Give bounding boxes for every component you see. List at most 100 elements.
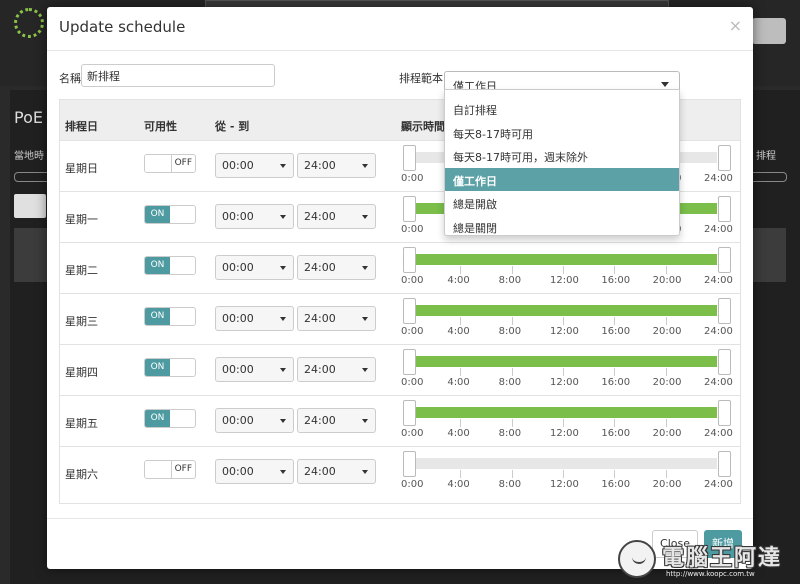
slider-start-handle[interactable] (403, 247, 416, 273)
from-time-value: 00:00 (222, 414, 254, 427)
time-tick-label: 4:00 (447, 326, 470, 337)
from-time-value: 00:00 (222, 312, 254, 325)
time-tick-label: 16:00 (601, 275, 631, 286)
caret-down-icon (362, 266, 368, 270)
availability-toggle[interactable]: ON (144, 205, 196, 224)
time-tick-label: 0:00 (401, 173, 424, 184)
caret-down-icon (280, 368, 286, 372)
from-time-select[interactable]: 00:00 (215, 204, 294, 229)
background-local-time-label: 當地時 (14, 151, 44, 162)
time-tick-label: 16:00 (601, 377, 631, 388)
to-time-select[interactable]: 24:00 (297, 357, 376, 382)
time-tick-label: 24:00 (704, 173, 733, 184)
template-option[interactable]: 自訂排程 (445, 97, 679, 120)
slider-tick (563, 419, 564, 427)
close-icon[interactable]: × (729, 16, 742, 35)
to-time-select[interactable]: 24:00 (297, 459, 376, 484)
from-time-select[interactable]: 00:00 (215, 357, 294, 382)
time-tick-label: 24:00 (704, 377, 733, 388)
background-schedule-label: 排程 (756, 151, 776, 162)
availability-toggle[interactable]: ON (144, 256, 196, 275)
watermark-url: http://www.koopc.com.tw (666, 570, 755, 578)
watermark-text: 電腦王阿達 (662, 546, 783, 571)
time-tick-label: 12:00 (550, 377, 579, 388)
slider-start-handle[interactable] (403, 349, 416, 375)
to-time-select[interactable]: 24:00 (297, 153, 376, 178)
to-time-value: 24:00 (304, 363, 336, 376)
slider-tick (665, 368, 667, 376)
slider-end-handle[interactable] (718, 247, 731, 273)
template-option[interactable]: 每天8-17時可用，週末除外 (445, 144, 679, 167)
to-time-select[interactable]: 24:00 (297, 255, 376, 280)
time-tick-label: 4:00 (447, 479, 470, 490)
time-range-slider: 0:00 4:00 8:00 12:00 16:00 20:00 24:00 (401, 294, 733, 345)
from-time-select[interactable]: 00:00 (215, 255, 294, 280)
slider-start-handle[interactable] (403, 196, 416, 222)
slider-track (409, 458, 717, 469)
template-label: 排程範本 (399, 72, 443, 85)
slider-start-handle[interactable] (403, 451, 416, 477)
time-range-slider: 0:00 4:00 8:00 12:00 16:00 20:00 24:00 (401, 345, 733, 396)
time-tick-label: 0:00 (401, 224, 424, 235)
toggle-state: ON (145, 257, 170, 274)
time-tick-label: 20:00 (652, 275, 682, 286)
slider-tick (563, 470, 564, 478)
template-option[interactable]: 僅工作日 (445, 167, 679, 191)
slider-end-handle[interactable] (718, 145, 731, 171)
caret-down-icon (362, 419, 368, 423)
slider-tick (665, 470, 667, 478)
from-time-select[interactable]: 00:00 (215, 153, 294, 178)
template-dropdown-menu: 自訂排程 每天8-17時可用 每天8-17時可用，週末除外 僅工作日 總是開啟 總是關閉 (444, 89, 680, 236)
availability-toggle[interactable]: ON (144, 358, 196, 377)
slider-start-handle[interactable] (403, 298, 416, 324)
time-tick-label: 24:00 (704, 275, 733, 286)
availability-toggle[interactable]: ON (144, 307, 196, 326)
slider-tick (460, 266, 462, 274)
time-tick-label: 8:00 (498, 428, 522, 439)
toggle-state: ON (145, 206, 170, 223)
template-option[interactable]: 每天8-17時可用 (445, 121, 679, 144)
from-time-value: 00:00 (222, 363, 254, 376)
caret-down-icon (280, 317, 286, 321)
time-tick-label: 20:00 (652, 479, 682, 490)
to-time-select[interactable]: 24:00 (297, 408, 376, 433)
slider-tick (563, 266, 564, 274)
time-tick-label: 8:00 (498, 479, 522, 490)
toggle-state: ON (145, 359, 170, 376)
name-input[interactable] (81, 64, 275, 87)
slider-start-handle[interactable] (403, 400, 416, 426)
slider-end-handle[interactable] (718, 349, 731, 375)
to-time-select[interactable]: 24:00 (297, 204, 376, 229)
time-tick-label: 0:00 (401, 326, 424, 337)
slider-end-handle[interactable] (718, 298, 731, 324)
modal-title: Update schedule (59, 18, 186, 36)
slider-tick (665, 419, 667, 427)
time-tick-label: 12:00 (550, 275, 579, 286)
to-time-select[interactable]: 24:00 (297, 306, 376, 331)
time-tick-label: 4:00 (447, 377, 470, 388)
slider-end-handle[interactable] (718, 451, 731, 477)
day-label: 星期二 (65, 264, 98, 277)
slider-start-handle[interactable] (403, 145, 416, 171)
time-range-slider: 0:00 4:00 8:00 12:00 16:00 20:00 24:00 (401, 243, 733, 294)
time-tick-label: 8:00 (498, 377, 522, 388)
availability-toggle[interactable]: ON (144, 409, 196, 428)
background-add-button (14, 194, 46, 218)
template-option[interactable]: 總是開啟 (445, 191, 679, 214)
template-option[interactable]: 總是關閉 (445, 215, 679, 238)
slider-tick (460, 368, 462, 376)
from-time-select[interactable]: 00:00 (215, 306, 294, 331)
background-search-button (752, 18, 786, 44)
day-label: 星期六 (65, 468, 98, 481)
availability-toggle[interactable]: OFF (144, 460, 196, 479)
slider-end-handle[interactable] (718, 400, 731, 426)
slider-tick (614, 266, 616, 274)
from-time-select[interactable]: 00:00 (215, 408, 294, 433)
from-time-value: 00:00 (222, 465, 254, 478)
update-schedule-modal: Update schedule × 名稱 排程範本 僅工作日 排程日 可用性 從… (47, 7, 753, 569)
time-tick-label: 24:00 (704, 326, 733, 337)
slider-tick (460, 470, 462, 478)
from-time-select[interactable]: 00:00 (215, 459, 294, 484)
availability-toggle[interactable]: OFF (144, 154, 196, 173)
slider-end-handle[interactable] (718, 196, 731, 222)
